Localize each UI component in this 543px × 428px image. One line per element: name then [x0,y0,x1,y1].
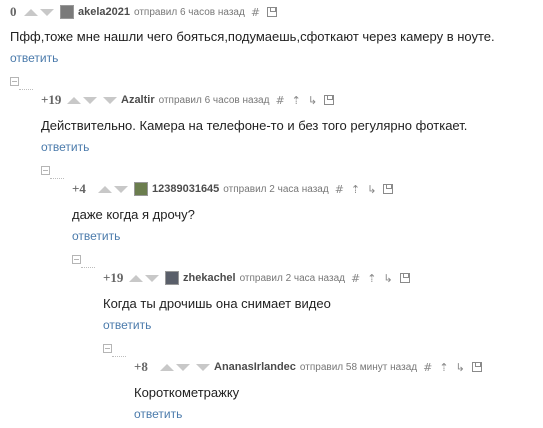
comment-header: +19 zhekachel отправил 2 часа назад # ⇡ … [103,270,410,286]
reply-link[interactable]: ответить [134,407,182,421]
thread-line [50,178,64,179]
thread-line [81,267,95,268]
comment-text: Когда ты дрочишь она снимает видео [103,296,331,311]
downvote-icon[interactable] [176,363,190,371]
comment-text: даже когда я дрочу? [72,207,195,222]
save-icon[interactable] [383,184,394,194]
comment-header: +8 AnanasIrlandec отправил 58 минут наза… [134,359,482,375]
reply-link[interactable]: ответить [72,229,120,243]
timestamp: отправил 6 часов назад [158,94,270,106]
downvote-icon[interactable] [145,274,159,282]
hash-icon[interactable]: # [423,361,432,374]
timestamp: отправил 58 минут назад [299,361,418,373]
up-arrow-icon[interactable]: ⇡ [367,272,376,285]
timestamp: отправил 2 часа назад [223,183,329,195]
collapse-icon[interactable] [72,255,81,264]
comment-header: +4 12389031645 отправил 2 часа назад # ⇡… [72,181,394,197]
comment-header: +19 Azaltir отправил 6 часов назад # ⇡ ↳ [41,92,335,108]
upvote-icon[interactable] [67,96,81,104]
avatar[interactable] [60,5,74,19]
reply-link[interactable]: ответить [10,51,58,65]
parent-icon[interactable]: ↳ [367,183,376,196]
comment-header: 0 akela2021 отправил 6 часов назад # [10,4,278,20]
timestamp: отправил 6 часов назад [134,6,245,18]
comment-text: Пфф,тоже мне нашли чего бояться,подумаеш… [10,29,495,44]
parent-icon[interactable]: ↳ [308,94,317,107]
avatar[interactable] [165,271,179,285]
author-link[interactable]: AnanasIrlandec [214,361,296,373]
upvote-icon[interactable] [98,185,112,193]
downvote-icon[interactable] [114,185,128,193]
reply-link[interactable]: ответить [41,140,89,154]
collapse-icon[interactable] [41,166,50,175]
comment-text: Действительно. Камера на телефоне-то и б… [41,118,468,133]
upvote-icon[interactable] [160,363,174,371]
hash-icon[interactable]: # [335,183,344,196]
save-icon[interactable] [399,273,410,283]
avatar[interactable] [134,182,148,196]
collapse-icon[interactable] [103,344,112,353]
thread-line [112,356,126,357]
save-icon[interactable] [267,7,278,17]
downvote-icon[interactable] [40,8,54,16]
comment-text: Короткометражку [134,385,240,400]
thread-line [19,89,33,90]
hash-icon[interactable]: # [251,6,260,19]
author-link[interactable]: 12389031645 [152,183,219,195]
avatar-placeholder-icon [196,363,210,371]
author-link[interactable]: zhekachel [183,272,236,284]
author-link[interactable]: akela2021 [78,6,130,18]
upvote-icon[interactable] [129,274,143,282]
up-arrow-icon[interactable]: ⇡ [439,361,448,374]
parent-icon[interactable]: ↳ [383,272,392,285]
up-arrow-icon[interactable]: ⇡ [292,94,301,107]
rating: +4 [72,181,86,196]
downvote-icon[interactable] [83,96,97,104]
reply-link[interactable]: ответить [103,318,151,332]
author-link[interactable]: Azaltir [121,94,155,106]
timestamp: отправил 2 часа назад [239,272,345,284]
rating: +8 [134,359,148,374]
hash-icon[interactable]: # [351,272,360,285]
upvote-icon[interactable] [24,8,38,16]
hash-icon[interactable]: # [275,94,284,107]
parent-icon[interactable]: ↳ [456,361,465,374]
rating: 0 [10,4,17,19]
avatar-placeholder-icon [103,96,117,104]
save-icon[interactable] [324,95,335,105]
up-arrow-icon[interactable]: ⇡ [351,183,360,196]
save-icon[interactable] [471,362,482,372]
rating: +19 [41,92,62,107]
rating: +19 [103,270,124,285]
collapse-icon[interactable] [10,77,19,86]
